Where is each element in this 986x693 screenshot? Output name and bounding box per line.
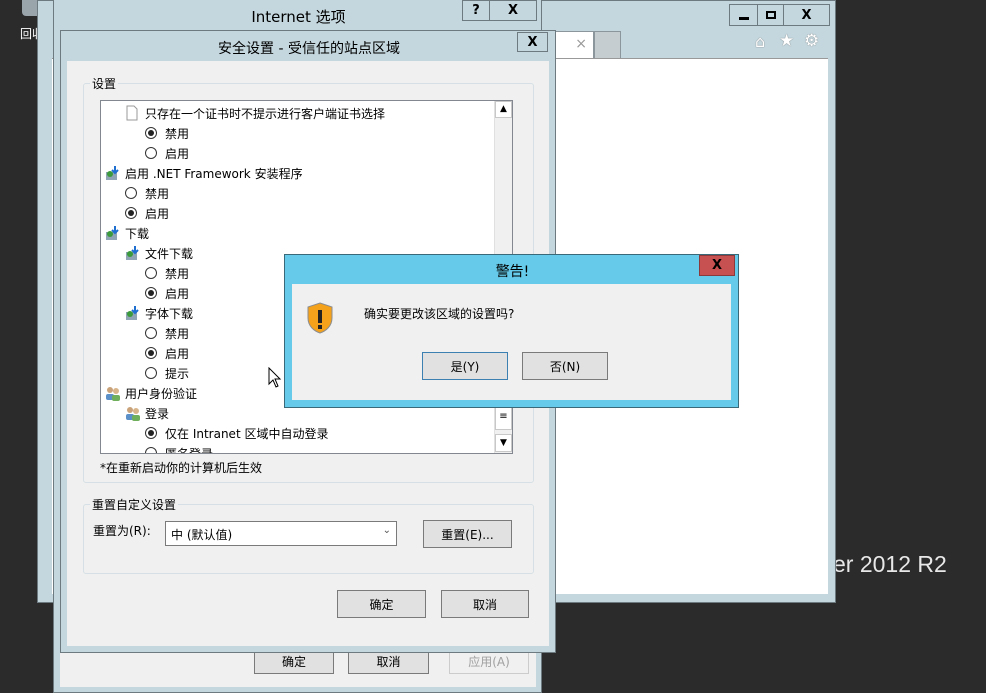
item-label: 启用 .NET Framework 安装程序 — [125, 166, 303, 181]
item-label: 仅在 Intranet 区域中自动登录 — [165, 426, 329, 441]
radio-checked-icon — [125, 207, 137, 219]
close-button[interactable]: X — [783, 4, 830, 26]
radio-option[interactable]: 启用 — [145, 283, 189, 303]
yes-button[interactable]: 是(Y) — [422, 352, 508, 380]
security-ok-button[interactable]: 确定 — [337, 590, 426, 618]
radio-option[interactable]: 匿名登录 — [145, 443, 214, 454]
item-label: 提示 — [165, 366, 190, 381]
settings-gear-icon[interactable]: ⚙ — [804, 31, 819, 51]
download-setting-icon — [105, 165, 121, 181]
chevron-down-icon: ⌄ — [382, 525, 391, 536]
scroll-up-arrow-icon[interactable]: ▲ — [495, 101, 512, 118]
scroll-thumb[interactable]: ≡ — [495, 406, 512, 430]
help-button[interactable]: ? — [462, 0, 490, 21]
warning-close-button[interactable]: X — [699, 255, 735, 276]
item-label: 启用 — [165, 346, 190, 361]
radio-unchecked-icon — [145, 447, 157, 453]
reset-group-label: 重置自定义设置 — [90, 496, 179, 513]
security-close-button[interactable]: X — [517, 32, 548, 52]
radio-checked-icon — [145, 127, 157, 139]
users-icon — [125, 405, 141, 421]
setting-item[interactable]: 字体下载 — [125, 303, 193, 323]
mouse-cursor-icon — [268, 367, 282, 388]
radio-unchecked-icon — [125, 187, 137, 199]
radio-option[interactable]: 提示 — [145, 363, 189, 383]
radio-option[interactable]: 启用 — [125, 203, 169, 223]
item-label: 文件下载 — [145, 246, 194, 261]
item-label: 启用 — [145, 206, 170, 221]
item-label: 禁用 — [145, 186, 170, 201]
home-icon[interactable]: ⌂ — [755, 32, 765, 51]
item-label: 用户身份验证 — [125, 386, 198, 401]
document-icon — [125, 105, 141, 121]
item-label: 只存在一个证书时不提示进行客户端证书选择 — [145, 106, 386, 121]
radio-checked-icon — [145, 427, 157, 439]
item-label: 禁用 — [165, 266, 190, 281]
restart-note: *在重新启动你的计算机后生效 — [100, 461, 263, 475]
item-label: 登录 — [145, 406, 170, 421]
setting-item[interactable]: 文件下载 — [125, 243, 193, 263]
warning-dialog: 警告! X 确实要更改该区域的设置吗? 是(Y) 否(N) — [284, 254, 739, 408]
maximize-button[interactable] — [757, 4, 784, 26]
reset-to-label: 重置为(R): — [93, 524, 151, 538]
item-label: 禁用 — [165, 126, 190, 141]
download-setting-icon — [125, 305, 141, 321]
minimize-button[interactable] — [729, 4, 758, 26]
internet-options-close-button[interactable]: X — [489, 0, 537, 21]
download-setting-icon — [125, 245, 141, 261]
radio-unchecked-icon — [145, 327, 157, 339]
reset-level-select[interactable]: 中 (默认值) ⌄ — [165, 521, 397, 546]
radio-unchecked-icon — [145, 267, 157, 279]
setting-item[interactable]: 只存在一个证书时不提示进行客户端证书选择 — [125, 103, 385, 123]
radio-option[interactable]: 禁用 — [125, 183, 169, 203]
radio-option[interactable]: 禁用 — [145, 263, 189, 283]
item-label: 启用 — [165, 286, 190, 301]
item-label: 禁用 — [165, 326, 190, 341]
scroll-down-arrow-icon[interactable]: ▼ — [495, 434, 512, 452]
security-settings-title: 安全设置 - 受信任的站点区域 — [218, 41, 400, 57]
settings-group-label: 设置 — [90, 75, 119, 92]
minimize-icon — [738, 16, 749, 20]
setting-item[interactable]: 启用 .NET Framework 安装程序 — [105, 163, 303, 183]
no-button[interactable]: 否(N) — [522, 352, 608, 380]
item-label: 字体下载 — [145, 306, 194, 321]
radio-option[interactable]: 启用 — [145, 343, 189, 363]
users-icon — [105, 385, 121, 401]
warning-title: 警告! — [495, 264, 530, 280]
warning-shield-icon — [307, 302, 333, 334]
maximize-icon — [765, 11, 776, 19]
setting-item[interactable]: 登录 — [125, 403, 169, 423]
download-setting-icon — [105, 225, 121, 241]
radio-option[interactable]: 禁用 — [145, 123, 189, 143]
radio-checked-icon — [145, 347, 157, 359]
reset-level-value: 中 (默认值) — [171, 528, 233, 542]
item-label: 匿名登录 — [165, 446, 214, 454]
favorites-star-icon[interactable]: ★ — [779, 31, 794, 51]
radio-option[interactable]: 启用 — [145, 143, 189, 163]
radio-checked-icon — [145, 287, 157, 299]
security-cancel-button[interactable]: 取消 — [441, 590, 529, 618]
item-label: 启用 — [165, 146, 190, 161]
warning-message: 确实要更改该区域的设置吗? — [364, 307, 515, 321]
radio-unchecked-icon — [145, 147, 157, 159]
setting-item[interactable]: 用户身份验证 — [105, 383, 197, 403]
radio-unchecked-icon — [145, 367, 157, 379]
reset-button[interactable]: 重置(E)... — [423, 520, 512, 548]
setting-item[interactable]: 下载 — [105, 223, 149, 243]
tab-close-icon[interactable]: × — [575, 36, 587, 52]
radio-option[interactable]: 仅在 Intranet 区域中自动登录 — [145, 423, 328, 443]
radio-option[interactable]: 禁用 — [145, 323, 189, 343]
new-tab-button[interactable] — [594, 31, 621, 58]
os-watermark: er 2012 R2 — [833, 551, 947, 577]
item-label: 下载 — [125, 226, 150, 241]
